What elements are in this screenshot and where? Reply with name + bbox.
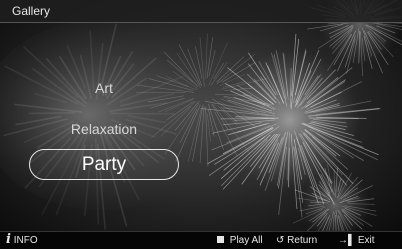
play-all-label: Play All xyxy=(229,235,263,246)
return-label: Return xyxy=(287,235,318,246)
play-all-hint[interactable]: Play All xyxy=(217,235,263,246)
return-hint[interactable]: ↺ Return xyxy=(276,235,317,246)
stop-square-icon xyxy=(217,236,224,243)
menu-item-party-selected[interactable]: Party xyxy=(29,149,179,180)
exit-hint[interactable]: →▌ Exit xyxy=(338,235,375,246)
page-title: Gallery xyxy=(12,4,51,18)
return-arrow-icon: ↺ xyxy=(276,235,285,246)
exit-door-icon: →▌ xyxy=(338,235,356,246)
exit-label: Exit xyxy=(357,235,375,246)
menu-item-art[interactable]: Art xyxy=(24,80,184,96)
info-icon: i xyxy=(6,232,11,247)
title-bar: Gallery xyxy=(0,0,402,23)
menu-item-relaxation[interactable]: Relaxation xyxy=(24,121,184,137)
footer-hint-bar: i INFO Play All ↺ Return →▌ Exit xyxy=(0,231,402,249)
info-hint[interactable]: i INFO xyxy=(6,232,38,247)
info-label: INFO xyxy=(13,235,38,246)
firework-streak xyxy=(28,112,76,115)
gallery-screen: Gallery Art Relaxation Party i INFO Play… xyxy=(0,0,402,249)
